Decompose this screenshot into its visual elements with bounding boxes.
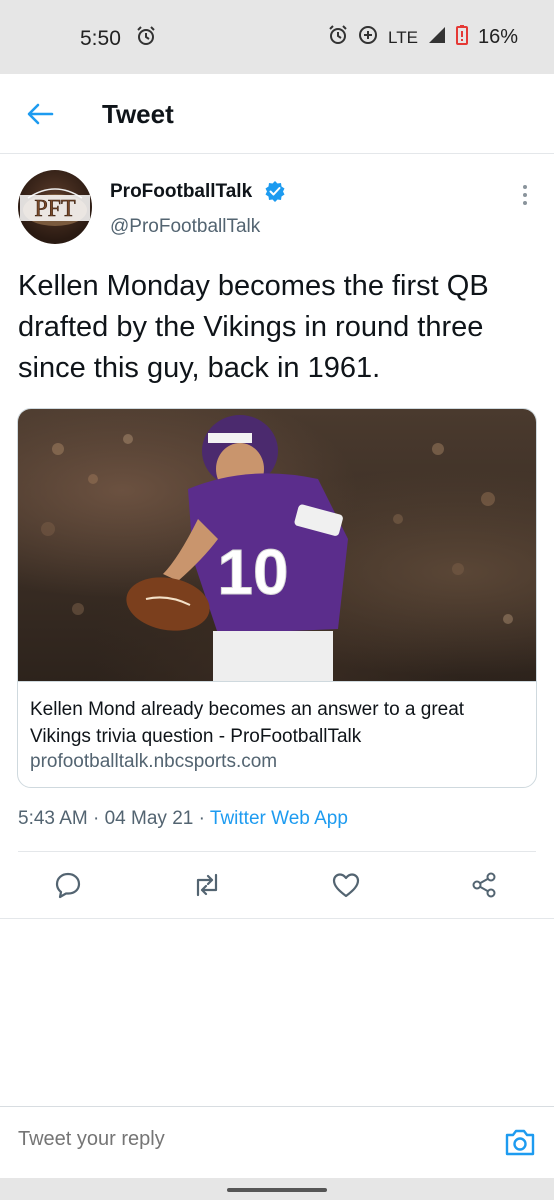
link-card[interactable]: 10 Kellen Mond already becomes an answer… xyxy=(17,408,537,788)
retweet-icon xyxy=(196,873,218,897)
share-icon xyxy=(472,872,496,898)
meta-separator: · xyxy=(93,808,100,829)
source-app-link[interactable]: Twitter Web App xyxy=(210,808,348,829)
divider xyxy=(0,918,554,919)
card-image: 10 xyxy=(18,409,536,681)
avatar-text: PFT xyxy=(34,196,76,222)
arrow-left-icon xyxy=(27,103,54,125)
camera-icon xyxy=(505,1129,535,1156)
jersey-number: 10 xyxy=(217,536,288,608)
meta-separator: · xyxy=(198,808,205,829)
tweet-text: Kellen Monday becomes the first QB draft… xyxy=(18,270,489,384)
camera-button[interactable] xyxy=(503,1126,537,1158)
more-dot xyxy=(523,201,527,205)
card-domain: profootballtalk.nbcsports.com xyxy=(30,751,278,772)
more-options-button[interactable] xyxy=(514,180,536,210)
status-time: 5:50 xyxy=(80,27,121,50)
card-title: Kellen Mond already becomes an answer to… xyxy=(30,699,465,747)
header: Tweet xyxy=(0,74,554,154)
data-saver-icon xyxy=(358,25,378,50)
author-handle[interactable]: @ProFootballTalk xyxy=(110,216,260,238)
divider xyxy=(0,1106,554,1107)
verified-badge-icon xyxy=(264,180,286,207)
retweet-button[interactable] xyxy=(192,870,222,900)
battery-percent: 16% xyxy=(477,26,518,48)
action-bar xyxy=(0,852,554,918)
avatar[interactable]: PFT xyxy=(18,170,92,244)
card-divider xyxy=(18,681,536,682)
reply-input[interactable] xyxy=(18,1128,478,1151)
signal-icon xyxy=(428,26,446,49)
more-dot xyxy=(523,193,527,197)
status-bar: 5:50 LTE 16% xyxy=(0,0,554,74)
tweet-date: 04 May 21 xyxy=(104,808,194,829)
alarm-icon xyxy=(328,25,348,50)
like-button[interactable] xyxy=(331,870,361,900)
battery-low-icon xyxy=(455,25,468,50)
tweet-meta: 5:43 AM · 04 May 21 · Twitter Web App xyxy=(18,808,348,830)
tweet-time: 5:43 AM xyxy=(18,808,88,829)
reply-button[interactable] xyxy=(53,870,83,900)
share-button[interactable] xyxy=(469,870,499,900)
reply-icon xyxy=(55,872,81,899)
back-button[interactable] xyxy=(22,96,58,132)
page-title: Tweet xyxy=(102,99,174,129)
status-icons: LTE 16% xyxy=(328,25,518,50)
heart-icon xyxy=(332,873,360,898)
home-gesture-handle[interactable] xyxy=(227,1188,327,1192)
author-name[interactable]: ProFootballTalk xyxy=(110,181,252,203)
network-type: LTE xyxy=(388,27,418,47)
system-nav-bar xyxy=(0,1178,554,1200)
more-dot xyxy=(523,185,527,189)
alarm-icon xyxy=(136,26,156,51)
